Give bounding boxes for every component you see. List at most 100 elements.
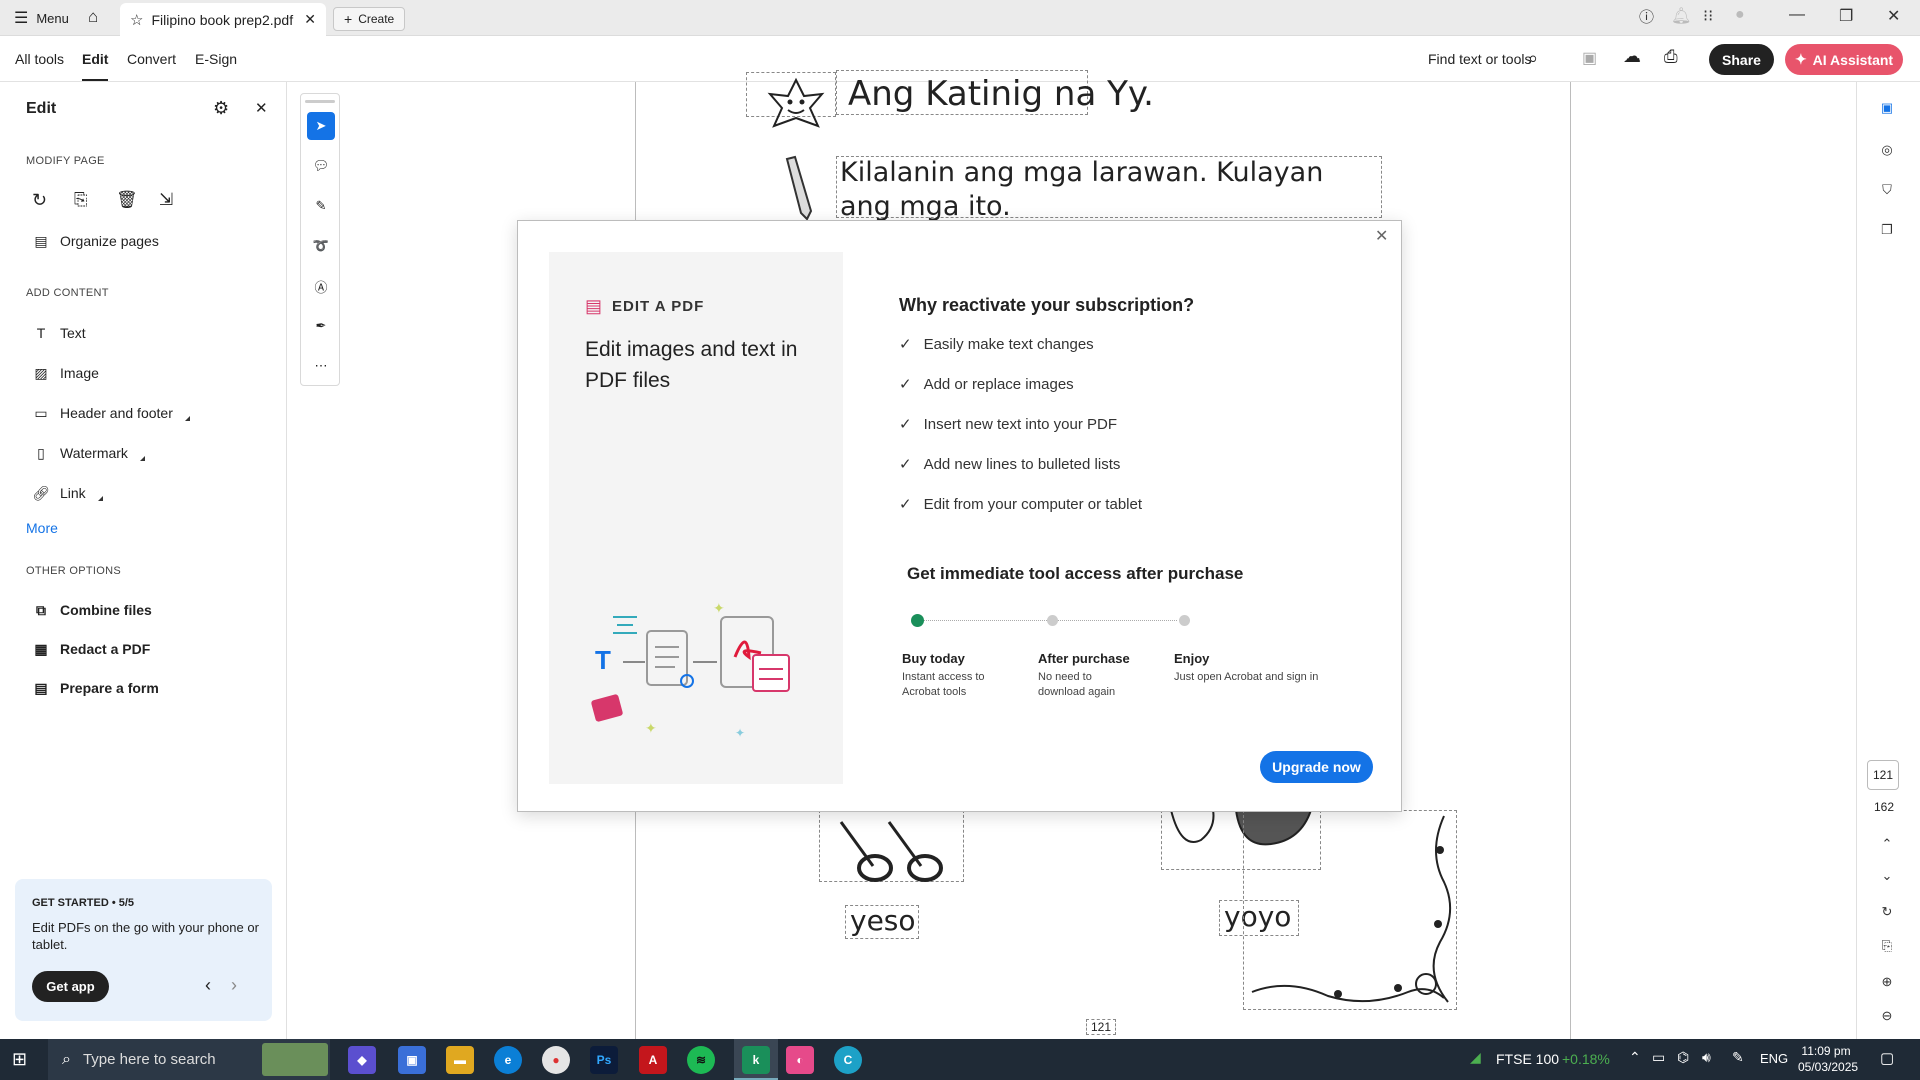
pages-icon[interactable]: ❐ bbox=[1875, 218, 1899, 242]
insert-page-icon[interactable]: ⎘ bbox=[74, 190, 88, 210]
save-icon[interactable]: ▣ bbox=[1582, 48, 1597, 68]
restore-icon[interactable]: ❐ bbox=[1839, 6, 1853, 26]
gear-icon[interactable]: ⚙ bbox=[213, 98, 229, 119]
nav-convert[interactable]: Convert bbox=[127, 51, 176, 67]
acrobat-icon[interactable]: A bbox=[639, 1046, 667, 1074]
prepare-form-item[interactable]: ▤ Prepare a form bbox=[32, 679, 158, 697]
nav-esign[interactable]: E-Sign bbox=[195, 51, 237, 67]
tab-title: Filipino book prep2.pdf bbox=[151, 11, 294, 28]
edit-pdf-icon[interactable]: ▣ bbox=[1875, 96, 1899, 120]
apps-grid-icon[interactable]: ⁝⁝ bbox=[1703, 6, 1713, 26]
spotify-icon[interactable]: ≋ bbox=[687, 1046, 715, 1074]
dialog-close-icon[interactable]: ✕ bbox=[1375, 226, 1388, 246]
close-panel-icon[interactable]: ✕ bbox=[255, 99, 268, 117]
network-icon[interactable]: ⌬ bbox=[1677, 1049, 1689, 1066]
page-fit-icon[interactable]: ⎘ bbox=[1875, 934, 1899, 958]
add-text-item[interactable]: T Text bbox=[32, 324, 86, 342]
rotate-view-icon[interactable]: ↻ bbox=[1875, 900, 1899, 924]
more-tools-icon[interactable]: ⋯ bbox=[307, 352, 335, 380]
bell-icon[interactable]: 🔔︎ bbox=[1671, 6, 1691, 26]
minimize-icon[interactable]: — bbox=[1789, 6, 1805, 24]
watermark-label: Watermark bbox=[60, 445, 128, 461]
kami-icon[interactable]: k bbox=[742, 1046, 770, 1074]
nav-edit[interactable]: Edit bbox=[82, 51, 109, 81]
text-box-tool-icon[interactable]: Ⓐ bbox=[307, 272, 335, 300]
ticker-change[interactable]: +0.18% bbox=[1562, 1051, 1610, 1067]
search-icon[interactable]: ⌕ bbox=[1528, 48, 1538, 69]
sign-tool-icon[interactable]: ✒ bbox=[307, 312, 335, 340]
windows-start-icon[interactable]: ⊞ bbox=[12, 1049, 27, 1070]
chrome-icon[interactable]: ● bbox=[542, 1046, 570, 1074]
share-button[interactable]: Share bbox=[1709, 44, 1774, 75]
draw-tool-icon[interactable]: ➰ bbox=[307, 232, 335, 260]
language-indicator[interactable]: ENG bbox=[1760, 1051, 1788, 1066]
star-icon[interactable]: ☆ bbox=[130, 11, 143, 29]
link-item[interactable]: 🔗︎ Link bbox=[32, 484, 103, 502]
store-icon[interactable]: ▣ bbox=[398, 1046, 426, 1074]
combine-files-item[interactable]: ⧉ Combine files bbox=[32, 601, 152, 619]
volume-icon[interactable]: 🔊︎ bbox=[1702, 1049, 1711, 1066]
document-tab[interactable]: ☆ Filipino book prep2.pdf ✕ bbox=[120, 3, 326, 36]
add-image-item[interactable]: ▨ Image bbox=[32, 364, 99, 382]
pen-icon[interactable]: ✎ bbox=[1732, 1049, 1744, 1066]
next-page-icon[interactable]: ⌄ bbox=[1875, 864, 1899, 888]
upgrade-now-button[interactable]: Upgrade now bbox=[1260, 751, 1373, 783]
upload-cloud-icon[interactable]: ☁ bbox=[1623, 46, 1641, 67]
rotate-icon[interactable]: ↻ bbox=[32, 190, 47, 211]
file-explorer-icon[interactable]: ▬ bbox=[446, 1046, 474, 1074]
bookmark-icon[interactable]: ⛉ bbox=[1875, 178, 1899, 202]
clock-date: 05/03/2025 bbox=[1798, 1060, 1859, 1074]
previous-page-icon[interactable]: ⌃ bbox=[1875, 832, 1899, 856]
ticker-name[interactable]: FTSE 100 bbox=[1496, 1051, 1559, 1067]
menu-button[interactable]: ☰ Menu bbox=[14, 8, 69, 28]
submenu-indicator bbox=[139, 455, 145, 461]
canva-icon[interactable]: ◐ bbox=[786, 1046, 814, 1074]
nav-all-tools[interactable]: All tools bbox=[15, 51, 64, 67]
ai-assistant-button[interactable]: ✦ AI Assistant bbox=[1785, 44, 1903, 75]
step-desc: No need to download again bbox=[1038, 671, 1116, 698]
svg-text:✦: ✦ bbox=[645, 720, 657, 736]
current-page-input[interactable]: 121 bbox=[1867, 760, 1899, 790]
comment-tool-icon[interactable]: 💬︎ bbox=[307, 152, 335, 180]
watermark-item[interactable]: ▯ Watermark bbox=[32, 444, 145, 462]
print-icon[interactable]: ⎙ bbox=[1664, 47, 1678, 67]
chat-app-icon[interactable]: C bbox=[834, 1046, 862, 1074]
select-tool-icon[interactable]: ➤ bbox=[307, 112, 335, 140]
meet-now-icon[interactable]: ▭ bbox=[1652, 1049, 1665, 1066]
chevron-left-icon[interactable]: ‹ bbox=[205, 975, 211, 996]
organize-label: Organize pages bbox=[60, 233, 159, 249]
title-bar: ☰ Menu ⌂ ☆ Filipino book prep2.pdf ✕ + C… bbox=[0, 0, 1920, 36]
close-tab-icon[interactable]: ✕ bbox=[304, 11, 316, 28]
get-app-button[interactable]: Get app bbox=[32, 971, 109, 1002]
photoshop-icon[interactable]: Ps bbox=[590, 1046, 618, 1074]
chevron-right-icon[interactable]: › bbox=[231, 975, 237, 996]
search-icon: ⌕ bbox=[62, 1050, 71, 1068]
notifications-icon[interactable]: ▢ bbox=[1880, 1049, 1894, 1067]
copilot-icon[interactable]: ◆ bbox=[348, 1046, 376, 1074]
edit-tool-strip: ➤ 💬︎ ✎ ➰ Ⓐ ✒ ⋯ bbox=[300, 93, 340, 386]
upgrade-label: Upgrade now bbox=[1272, 759, 1361, 775]
zoom-out-icon[interactable]: ⊖ bbox=[1875, 1004, 1899, 1028]
clock[interactable]: 11:09 pm 05/03/2025 bbox=[1798, 1043, 1859, 1075]
home-icon[interactable]: ⌂ bbox=[88, 7, 98, 27]
header-footer-item[interactable]: ▭ Header and footer bbox=[32, 404, 190, 422]
extract-page-icon[interactable]: ⇲ bbox=[159, 190, 173, 210]
highlight-tool-icon[interactable]: ✎ bbox=[307, 192, 335, 220]
more-link[interactable]: More bbox=[26, 520, 58, 536]
close-window-icon[interactable]: ✕ bbox=[1887, 6, 1900, 26]
redact-item[interactable]: ▦ Redact a PDF bbox=[32, 640, 150, 658]
edit-panel: Edit ⚙ ✕ MODIFY PAGE ↻ ⎘ 🗑︎ ⇲ ▤ Organize… bbox=[0, 82, 287, 1039]
tray-chevron-icon[interactable]: ⌃ bbox=[1629, 1049, 1641, 1066]
page-number-label: 121 bbox=[1086, 1019, 1116, 1035]
help-icon[interactable]: ⓘ bbox=[1639, 6, 1654, 27]
organize-pages-item[interactable]: ▤ Organize pages bbox=[32, 232, 159, 250]
delete-icon[interactable]: 🗑︎ bbox=[116, 190, 138, 210]
zoom-in-icon[interactable]: ⊕ bbox=[1875, 970, 1899, 994]
comment-icon[interactable]: ◎ bbox=[1875, 138, 1899, 162]
drag-handle[interactable] bbox=[305, 100, 335, 103]
find-text-label[interactable]: Find text or tools bbox=[1428, 51, 1532, 67]
dialog-heading: Why reactivate your subscription? bbox=[899, 295, 1195, 315]
avatar[interactable]: ● bbox=[1735, 6, 1745, 24]
edge-icon[interactable]: e bbox=[494, 1046, 522, 1074]
create-button[interactable]: + Create bbox=[333, 7, 406, 31]
